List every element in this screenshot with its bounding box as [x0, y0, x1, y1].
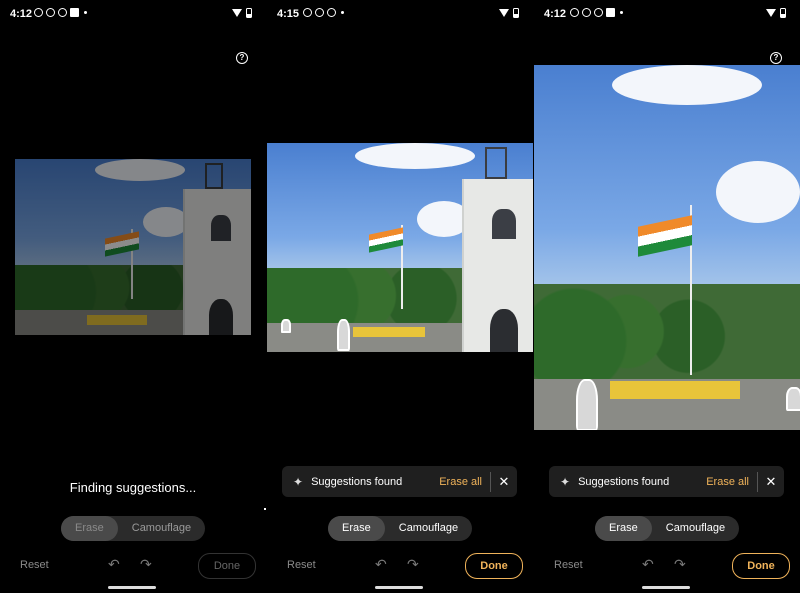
chat-bubble-icon	[582, 8, 591, 17]
cursor-dot	[264, 508, 266, 510]
flipboard-icon	[606, 8, 615, 17]
erase-tab[interactable]: Erase	[61, 516, 118, 541]
snackbar-message: Suggestions found	[578, 475, 670, 488]
screen-finding: 4:12 ? Finding suggestions... Erase Camo…	[0, 0, 266, 593]
cloud	[612, 65, 762, 105]
wifi-icon	[232, 9, 242, 17]
redo-icon[interactable]: ↷	[674, 556, 686, 573]
sparkle-icon: ✦	[560, 474, 571, 489]
more-notifications-dot-icon	[620, 11, 623, 14]
wifi-icon	[499, 9, 509, 17]
building-arch	[490, 309, 518, 352]
bottom-toolbar: Reset ↶ ↷ Done	[0, 553, 266, 579]
reset-button[interactable]: Reset	[287, 559, 316, 571]
battery-icon	[780, 8, 786, 18]
trees	[534, 284, 800, 379]
camouflage-tab[interactable]: Camouflage	[652, 516, 739, 541]
barricade	[353, 327, 425, 337]
done-button[interactable]: Done	[465, 553, 523, 579]
cloud	[716, 161, 800, 223]
photo-preview	[267, 143, 533, 352]
chat-bubble-icon	[46, 8, 55, 17]
done-button[interactable]: Done	[732, 553, 790, 579]
screen-suggestions-2: 4:12 ? ✦ Suggestions found Erase all ✕ E…	[534, 0, 800, 593]
instagram-icon	[303, 8, 312, 17]
notification-icons	[303, 8, 344, 17]
drive-icon	[327, 8, 336, 17]
battery-icon	[246, 8, 252, 18]
barricade	[610, 381, 740, 399]
suggestions-snackbar: ✦ Suggestions found Erase all ✕	[549, 466, 784, 497]
bottom-toolbar: Reset ↶ ↷ Done	[267, 553, 533, 579]
instagram-icon	[34, 8, 43, 17]
close-icon[interactable]: ✕	[758, 474, 784, 490]
scaffold-tower	[485, 147, 507, 179]
erase-tab[interactable]: Erase	[328, 516, 385, 541]
more-notifications-dot-icon	[84, 11, 87, 14]
indian-flag	[638, 215, 692, 257]
erase-all-button[interactable]: Erase all	[706, 476, 749, 488]
notification-icons	[34, 8, 87, 17]
clock-tower-building	[462, 179, 533, 352]
sparkle-icon: ✦	[293, 474, 304, 489]
system-icons	[232, 8, 252, 18]
suggested-person-highlight[interactable]	[337, 319, 350, 351]
status-time: 4:15	[277, 8, 300, 20]
wifi-icon	[766, 9, 776, 17]
home-indicator	[375, 586, 423, 589]
undo-icon[interactable]: ↶	[108, 556, 120, 573]
system-icons	[499, 8, 519, 18]
reset-button[interactable]: Reset	[20, 559, 49, 571]
snackbar-message: Suggestions found	[311, 475, 403, 488]
suggested-object-highlight[interactable]	[786, 387, 800, 411]
cloud	[355, 143, 475, 169]
status-bar: 4:12	[0, 6, 266, 24]
suggested-object-highlight[interactable]	[281, 319, 291, 333]
undo-icon[interactable]: ↶	[375, 556, 387, 573]
finding-suggestions-text: Finding suggestions...	[69, 480, 197, 495]
bottom-toolbar: Reset ↶ ↷ Done	[534, 553, 800, 579]
building-window	[492, 209, 516, 239]
battery-icon	[513, 8, 519, 18]
photo-preview	[15, 159, 251, 335]
status-bar: 4:12	[534, 6, 800, 24]
erase-all-button[interactable]: Erase all	[439, 476, 482, 488]
home-indicator	[642, 586, 690, 589]
help-circle-icon[interactable]: ?	[236, 52, 248, 64]
chat-bubble-icon	[315, 8, 324, 17]
photo-preview-zoomed	[534, 65, 800, 430]
more-notifications-dot-icon	[341, 11, 344, 14]
redo-icon[interactable]: ↷	[140, 556, 152, 573]
indian-flag	[369, 227, 403, 253]
notification-icons	[570, 8, 623, 17]
flipboard-icon	[70, 8, 79, 17]
tool-segmented-control: Erase Camouflage	[595, 516, 740, 541]
tool-segmented-control: Erase Camouflage	[61, 516, 206, 541]
processing-overlay	[15, 159, 251, 335]
help-circle-icon[interactable]: ?	[770, 52, 782, 64]
camouflage-tab[interactable]: Camouflage	[118, 516, 205, 541]
suggested-person-highlight[interactable]	[576, 379, 598, 430]
tool-segmented-control: Erase Camouflage	[328, 516, 473, 541]
drive-icon	[58, 8, 67, 17]
status-bar: 4:15	[267, 6, 533, 24]
reset-button[interactable]: Reset	[554, 559, 583, 571]
drive-icon	[594, 8, 603, 17]
status-time: 4:12	[10, 8, 33, 20]
camouflage-tab[interactable]: Camouflage	[385, 516, 472, 541]
screen-suggestions-1: 4:15 ✦ Suggestions found Erase all ✕ Era…	[267, 0, 533, 593]
home-indicator	[108, 586, 156, 589]
close-icon[interactable]: ✕	[491, 474, 517, 490]
erase-tab[interactable]: Erase	[595, 516, 652, 541]
status-time: 4:12	[544, 8, 567, 20]
redo-icon[interactable]: ↷	[407, 556, 419, 573]
system-icons	[766, 8, 786, 18]
undo-icon[interactable]: ↶	[642, 556, 654, 573]
suggestions-snackbar: ✦ Suggestions found Erase all ✕	[282, 466, 517, 497]
done-button[interactable]: Done	[198, 553, 256, 579]
instagram-icon	[570, 8, 579, 17]
